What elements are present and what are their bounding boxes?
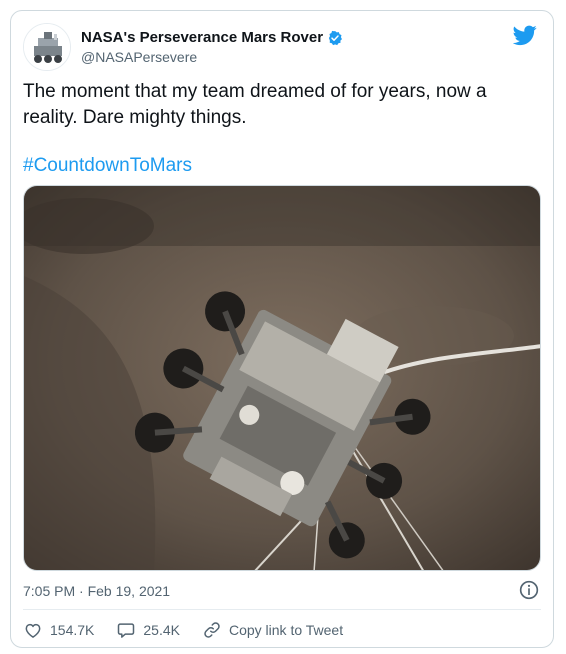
twitter-bird-icon[interactable] — [513, 23, 537, 47]
tweet-timestamp[interactable]: 7:05 PM · Feb 19, 2021 — [23, 583, 170, 599]
info-icon[interactable] — [519, 580, 539, 600]
copy-link-label: Copy link to Tweet — [228, 622, 344, 638]
display-name[interactable]: NASA's Perseverance Mars Rover — [81, 28, 323, 47]
tweet-card[interactable]: NASA's Perseverance Mars Rover @NASAPers… — [10, 10, 554, 648]
tweet-media-photo[interactable] — [23, 185, 541, 571]
heart-icon — [25, 623, 41, 638]
link-icon — [204, 622, 220, 638]
copy-link-button[interactable]: Copy link to Tweet — [202, 620, 343, 640]
tweet-actions: 154.7K 25.4K Copy link to Tweet — [23, 620, 365, 640]
divider — [23, 609, 541, 610]
like-count: 154.7K — [50, 622, 95, 638]
user-handle[interactable]: @NASAPersevere — [81, 49, 197, 65]
verified-badge-icon — [328, 30, 343, 45]
reply-button[interactable]: 25.4K — [116, 620, 180, 640]
avatar[interactable] — [23, 23, 71, 71]
avatar-rover-image — [24, 24, 70, 70]
speech-bubble-icon — [118, 623, 135, 638]
tweet-text: The moment that my team dreamed of for y… — [23, 81, 487, 128]
rover-descent-photo — [24, 186, 540, 570]
reply-count: 25.4K — [143, 622, 180, 638]
like-button[interactable]: 154.7K — [23, 620, 94, 640]
display-name-row[interactable]: NASA's Perseverance Mars Rover — [81, 28, 343, 47]
hashtag-link[interactable]: #CountdownToMars — [23, 153, 192, 179]
